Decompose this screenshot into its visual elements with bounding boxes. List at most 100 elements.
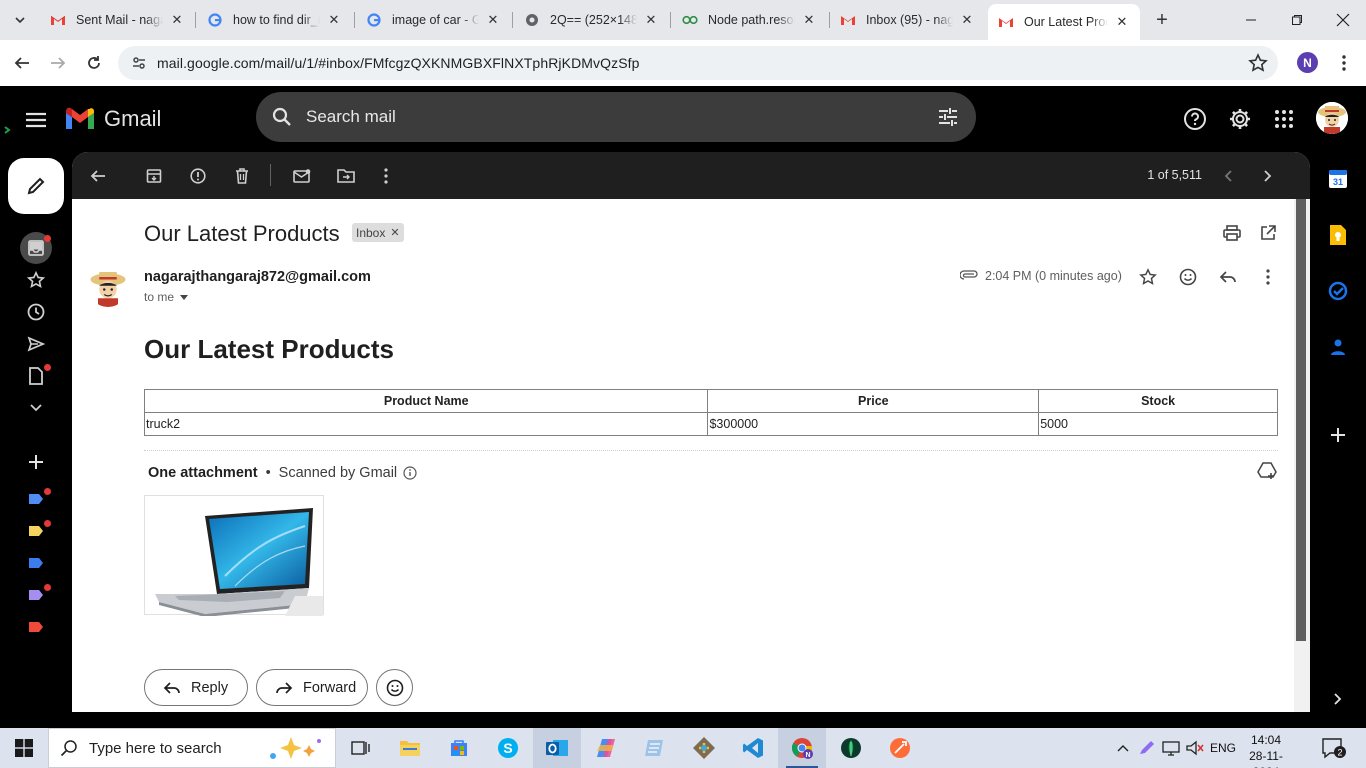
older-email-icon[interactable] <box>1256 164 1280 188</box>
close-icon[interactable]: ✕ <box>643 12 659 28</box>
nav-snoozed[interactable] <box>24 300 48 324</box>
mark-unread-icon[interactable] <box>290 164 314 188</box>
google-apps-icon[interactable] <box>1271 106 1297 132</box>
account-avatar[interactable] <box>1316 102 1348 134</box>
nav-label-red[interactable] <box>24 615 48 639</box>
add-to-drive-icon[interactable] <box>1257 462 1279 484</box>
remove-label-icon[interactable]: ✕ <box>390 226 399 239</box>
sender-avatar[interactable] <box>88 267 128 307</box>
nav-more[interactable] <box>24 396 48 420</box>
info-icon[interactable] <box>403 466 417 480</box>
pen-workspace-button[interactable] <box>1136 728 1158 768</box>
file-explorer-app[interactable] <box>386 728 434 768</box>
reply-icon[interactable] <box>1217 266 1239 288</box>
address-bar[interactable]: mail.google.com/mail/u/1/#inbox/FMfcgzQX… <box>118 46 1278 80</box>
google-tasks-icon[interactable] <box>1327 280 1349 302</box>
recipient-details[interactable]: to me <box>144 290 189 304</box>
browser-tab-image-of-car[interactable]: image of car - G ✕ <box>356 6 511 34</box>
notepad-app[interactable] <box>631 728 679 768</box>
input-language[interactable]: ENG <box>1208 728 1238 768</box>
outlook-app[interactable] <box>533 728 581 768</box>
message-more-options-icon[interactable] <box>1257 266 1279 288</box>
git-tool-app[interactable] <box>680 728 728 768</box>
browser-tab-inbox[interactable]: Inbox (95) - nag ✕ <box>830 6 985 34</box>
skype-app[interactable]: S <box>484 728 532 768</box>
close-icon[interactable]: ✕ <box>326 12 342 28</box>
site-info-icon[interactable] <box>122 46 156 80</box>
help-icon[interactable] <box>1182 106 1208 132</box>
add-reaction-icon[interactable] <box>1177 266 1199 288</box>
gmail-logo[interactable]: Gmail <box>64 106 161 132</box>
reply-button[interactable]: Reply <box>144 669 248 706</box>
nav-starred[interactable] <box>24 268 48 292</box>
minimize-button[interactable] <box>1228 6 1274 34</box>
task-view-button[interactable] <box>336 728 384 768</box>
compose-button[interactable] <box>8 158 64 214</box>
mongodb-compass-app[interactable] <box>827 728 875 768</box>
google-keep-icon[interactable] <box>1327 224 1349 246</box>
close-icon[interactable]: ✕ <box>485 12 501 28</box>
browser-tab-image-data[interactable]: 2Q== (252×148 ✕ <box>514 6 669 34</box>
search-options-icon[interactable] <box>936 105 960 129</box>
network-status-button[interactable] <box>1160 728 1182 768</box>
forward-button[interactable]: Forward <box>256 669 368 706</box>
chrome-profile-avatar[interactable]: N <box>1297 52 1318 73</box>
taskbar-search-box[interactable] <box>48 728 336 768</box>
back-button[interactable] <box>8 49 36 77</box>
new-tab-button[interactable]: + <box>1150 8 1174 32</box>
browser-tab-our-latest-products[interactable]: Our Latest Produ ✕ <box>988 4 1140 40</box>
tab-search-button[interactable] <box>8 8 32 32</box>
attachment-thumbnail-laptop[interactable] <box>144 495 324 617</box>
forward-button[interactable] <box>44 49 72 77</box>
microsoft-store-app[interactable] <box>435 728 483 768</box>
browser-tab-search-dirname[interactable]: how to find dir_n ✕ <box>197 6 352 34</box>
back-to-inbox-icon[interactable] <box>86 164 110 188</box>
browser-tab-sent-mail[interactable]: Sent Mail - naga ✕ <box>40 6 195 34</box>
chrome-app[interactable]: N <box>778 728 826 768</box>
sender-email[interactable]: nagarajthangaraj872@gmail.com <box>144 269 371 285</box>
google-calendar-icon[interactable]: 31 <box>1327 168 1349 190</box>
tab-title: Inbox (95) - nag <box>866 13 953 27</box>
bookmark-star-icon[interactable] <box>1248 53 1268 73</box>
copilot-app[interactable] <box>582 728 630 768</box>
print-icon[interactable] <box>1221 222 1243 244</box>
search-input[interactable] <box>306 107 906 127</box>
taskbar-clock[interactable]: 14:04 28-11-2024 <box>1236 732 1296 768</box>
restore-button[interactable] <box>1274 6 1320 34</box>
show-side-panel-icon[interactable] <box>1327 688 1349 710</box>
search-icon[interactable] <box>258 92 306 142</box>
start-button[interactable] <box>0 728 48 768</box>
browser-tab-node-path[interactable]: Node path.resol ✕ <box>672 6 827 34</box>
inbox-label-chip[interactable]: Inbox ✕ <box>352 223 404 242</box>
close-icon[interactable]: ✕ <box>801 12 817 28</box>
open-in-new-window-icon[interactable] <box>1257 222 1279 244</box>
show-hidden-icons-button[interactable] <box>1112 728 1134 768</box>
volume-button[interactable] <box>1184 728 1206 768</box>
main-menu-icon[interactable] <box>22 108 50 132</box>
close-icon[interactable]: ✕ <box>169 12 185 28</box>
report-spam-icon[interactable] <box>186 164 210 188</box>
reload-button[interactable] <box>80 49 108 77</box>
close-icon[interactable]: ✕ <box>959 12 975 28</box>
settings-gear-icon[interactable] <box>1227 106 1253 132</box>
taskbar-search-input[interactable] <box>89 739 259 757</box>
nav-sent[interactable] <box>24 332 48 356</box>
nav-label-blue-2[interactable] <box>24 551 48 575</box>
scrollbar-thumb[interactable] <box>1296 199 1306 641</box>
close-window-button[interactable] <box>1320 6 1366 34</box>
notification-center-button[interactable]: 2 <box>1320 736 1346 760</box>
chrome-menu-icon[interactable] <box>1334 52 1354 74</box>
get-addons-icon[interactable] <box>1327 424 1349 446</box>
archive-icon[interactable] <box>142 164 166 188</box>
star-email-icon[interactable] <box>1137 266 1159 288</box>
postman-app[interactable] <box>876 728 924 768</box>
close-icon[interactable]: ✕ <box>1114 14 1130 30</box>
newer-email-icon[interactable] <box>1216 164 1240 188</box>
google-contacts-icon[interactable] <box>1327 336 1349 358</box>
delete-trash-icon[interactable] <box>230 164 254 188</box>
move-to-icon[interactable] <box>334 164 358 188</box>
emoji-react-button[interactable] <box>376 669 413 706</box>
vscode-app[interactable] <box>729 728 777 768</box>
more-options-icon[interactable] <box>374 164 398 188</box>
create-label-button[interactable] <box>24 450 48 474</box>
